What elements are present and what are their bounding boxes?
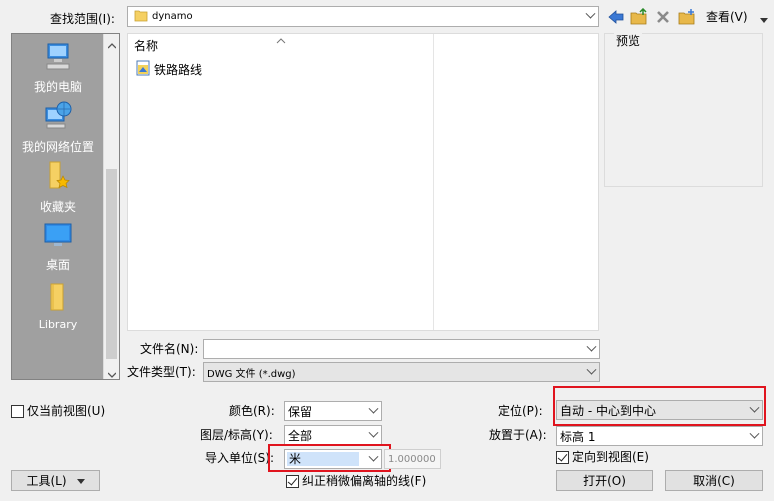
desktop-icon bbox=[43, 223, 73, 253]
orient-to-view-label[interactable]: 定向到视图(E) bbox=[572, 449, 649, 465]
place-desktop[interactable]: 桌面 bbox=[12, 222, 104, 273]
back-icon[interactable] bbox=[607, 9, 625, 25]
up-folder-icon[interactable] bbox=[630, 7, 648, 26]
network-icon bbox=[43, 101, 73, 135]
place-label: 桌面 bbox=[45, 258, 70, 272]
import-units-label: 导入单位(S): bbox=[205, 451, 275, 465]
open-button[interactable]: 打开(O) bbox=[556, 470, 653, 491]
list-item[interactable]: 铁路路线 bbox=[136, 60, 202, 79]
lookin-value: dynamo bbox=[152, 11, 193, 22]
place-label: Library bbox=[38, 318, 78, 331]
chevron-down-icon[interactable] bbox=[365, 402, 381, 420]
color-label: 颜色(R): bbox=[229, 404, 275, 418]
positioning-highlight bbox=[553, 386, 766, 426]
views-menu[interactable]: 查看(V) bbox=[706, 9, 748, 25]
filetype-label: 文件类型(T): bbox=[127, 365, 196, 379]
delete-icon[interactable] bbox=[655, 9, 671, 25]
place-at-value: 标高 1 bbox=[560, 429, 596, 444]
scroll-up-icon[interactable] bbox=[107, 38, 117, 52]
cancel-button[interactable]: 取消(C) bbox=[665, 470, 763, 491]
scroll-down-icon[interactable] bbox=[107, 367, 117, 381]
library-folder-icon bbox=[44, 283, 72, 315]
sort-ascending-icon bbox=[276, 33, 286, 47]
tools-button[interactable]: 工具(L) bbox=[11, 470, 100, 491]
cancel-button-label: 取消(C) bbox=[693, 474, 735, 488]
favorites-folder-icon bbox=[44, 161, 72, 195]
chevron-down-icon[interactable] bbox=[583, 363, 599, 381]
preview-label: 预览 bbox=[614, 33, 643, 49]
color-value: 保留 bbox=[288, 404, 313, 419]
lookin-label: 查找范围(I): bbox=[50, 12, 115, 26]
layers-select[interactable]: 全部 bbox=[284, 425, 382, 445]
views-dropdown-icon[interactable] bbox=[760, 13, 768, 27]
place-label: 我的网络位置 bbox=[21, 140, 94, 154]
dwg-file-icon bbox=[136, 60, 150, 79]
filetype-select[interactable]: DWG 文件 (*.dwg) bbox=[203, 362, 600, 382]
orient-to-view-checkbox[interactable] bbox=[556, 451, 569, 464]
tools-button-label: 工具(L) bbox=[26, 474, 67, 488]
filename-input[interactable] bbox=[203, 339, 600, 359]
positioning-label: 定位(P): bbox=[498, 404, 543, 418]
scroll-thumb[interactable] bbox=[106, 169, 117, 359]
file-list[interactable]: 名称 铁路路线 bbox=[127, 33, 599, 331]
column-header-name[interactable]: 名称 bbox=[134, 38, 158, 54]
dropdown-arrow-icon bbox=[76, 474, 85, 488]
fix-lines-label[interactable]: 纠正稍微偏离轴的线(F) bbox=[302, 473, 426, 489]
place-library[interactable]: Library bbox=[12, 282, 104, 331]
chevron-down-icon[interactable] bbox=[582, 7, 598, 26]
places-scrollbar[interactable] bbox=[103, 34, 119, 379]
lookin-combo[interactable]: dynamo bbox=[127, 6, 599, 27]
chevron-down-icon[interactable] bbox=[365, 426, 381, 444]
preview-pane bbox=[604, 33, 763, 187]
filetype-value: DWG 文件 (*.dwg) bbox=[207, 368, 296, 380]
chevron-down-icon[interactable] bbox=[746, 427, 762, 445]
places-bar: 我的电脑 我的网络位置 收藏夹 桌面 Library bbox=[11, 33, 120, 380]
layers-label: 图层/标高(Y): bbox=[200, 428, 273, 442]
current-view-only-checkbox[interactable] bbox=[11, 405, 24, 418]
place-network[interactable]: 我的网络位置 bbox=[12, 100, 104, 155]
chevron-down-icon[interactable] bbox=[583, 340, 599, 358]
import-units-highlight bbox=[268, 444, 391, 472]
folder-icon bbox=[134, 8, 148, 25]
place-at-select[interactable]: 标高 1 bbox=[556, 426, 763, 446]
filename-label: 文件名(N): bbox=[140, 342, 199, 356]
scale-value: 1.000000 bbox=[388, 453, 436, 465]
layers-value: 全部 bbox=[288, 428, 313, 443]
place-favorites[interactable]: 收藏夹 bbox=[12, 160, 104, 215]
place-label: 收藏夹 bbox=[39, 200, 76, 214]
place-label: 我的电脑 bbox=[33, 80, 82, 94]
column-divider bbox=[433, 34, 434, 330]
place-my-computer[interactable]: 我的电脑 bbox=[12, 42, 104, 95]
current-view-only-label[interactable]: 仅当前视图(U) bbox=[27, 403, 105, 419]
computer-icon bbox=[44, 43, 72, 75]
new-folder-icon[interactable] bbox=[678, 8, 696, 26]
open-button-label: 打开(O) bbox=[583, 474, 626, 488]
file-name: 铁路路线 bbox=[154, 63, 203, 77]
fix-lines-checkbox[interactable] bbox=[286, 475, 299, 488]
color-select[interactable]: 保留 bbox=[284, 401, 382, 421]
scale-input: 1.000000 bbox=[384, 449, 441, 469]
place-at-label: 放置于(A): bbox=[489, 428, 547, 442]
